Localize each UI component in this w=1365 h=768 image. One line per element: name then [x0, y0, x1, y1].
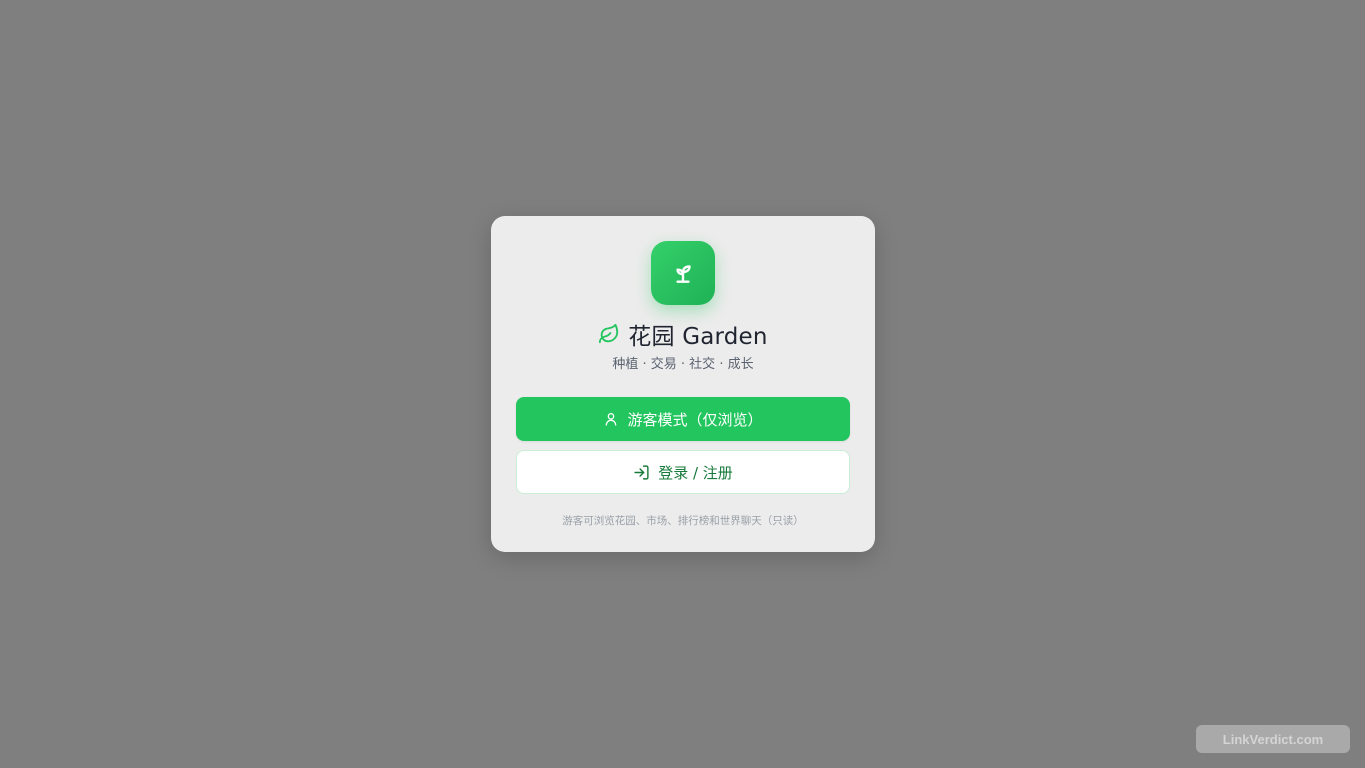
guest-mode-label: 游客模式（仅浏览） [627, 410, 763, 429]
login-icon [633, 464, 650, 481]
welcome-card: 花园 Garden 种植 · 交易 · 社交 · 成长 游客模式（仅浏览） 登录… [491, 216, 875, 552]
user-icon [603, 411, 619, 427]
guest-mode-button[interactable]: 游客模式（仅浏览） [516, 397, 850, 441]
login-register-button[interactable]: 登录 / 注册 [516, 450, 850, 494]
page-title: 花园 Garden [628, 324, 768, 350]
leaf-icon [598, 323, 620, 345]
login-register-label: 登录 / 注册 [658, 463, 733, 482]
app-logo [651, 241, 715, 305]
guest-note: 游客可浏览花园、市场、排行榜和世界聊天（只读） [562, 515, 804, 527]
tagline: 种植 · 交易 · 社交 · 成长 [612, 357, 754, 372]
title-row: 花园 Garden [491, 318, 875, 350]
sprout-icon [670, 260, 696, 286]
watermark-badge: LinkVerdict.com [1196, 725, 1350, 753]
